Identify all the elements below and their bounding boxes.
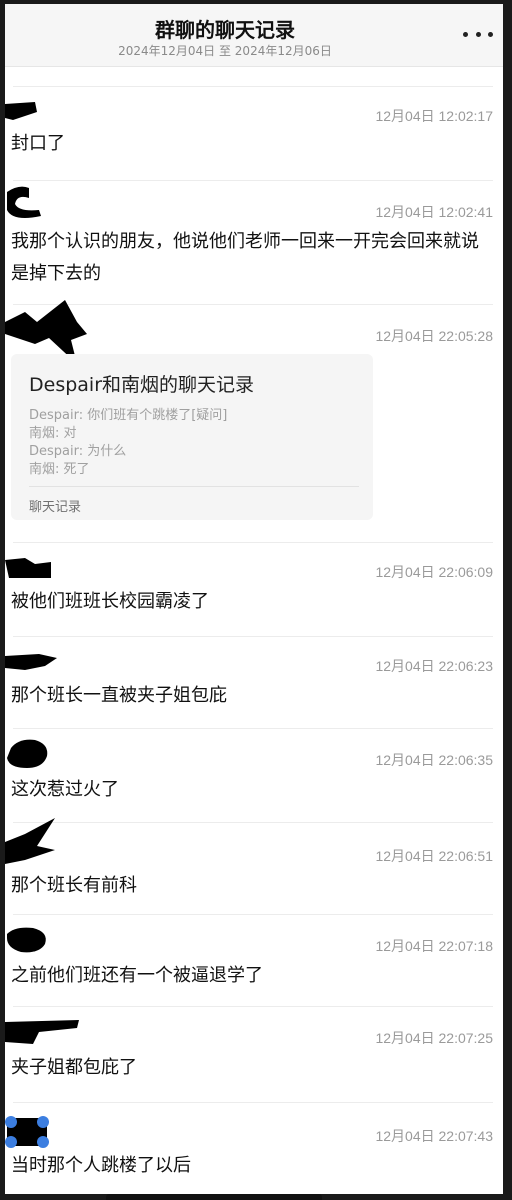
message-text: 我那个认识的朋友，他说他们老师一回来一开完会回来就说是掉下去的 <box>11 231 479 284</box>
redacted-avatar-icon <box>5 558 51 578</box>
message-time: 12月04日 12:02:41 <box>375 204 493 220</box>
redacted-avatar-icon <box>7 927 46 953</box>
message-time: 12月04日 22:06:23 <box>375 658 493 674</box>
separator <box>13 180 493 181</box>
separator <box>13 728 493 729</box>
redacted-avatar-icon <box>5 818 55 864</box>
separator <box>13 1102 493 1103</box>
separator <box>13 914 493 915</box>
message-text: 当时那个人跳楼了以后 <box>11 1155 191 1176</box>
separator <box>13 822 493 823</box>
card-title: Despair和南烟的聊天记录 <box>29 374 255 396</box>
message-time: 12月04日 22:06:51 <box>375 848 493 864</box>
separator <box>13 1006 493 1007</box>
card-line: 南烟: 对 <box>29 426 77 441</box>
message-text: 夹子姐都包庇了 <box>11 1057 137 1078</box>
home-indicator <box>106 1194 322 1200</box>
message-time: 12月04日 22:07:25 <box>375 1030 493 1046</box>
message-time: 12月04日 22:07:43 <box>375 1128 493 1144</box>
date-range: 2024年12月04日 至 2024年12月06日 <box>118 44 332 58</box>
page-title: 群聊的聊天记录 <box>155 18 295 42</box>
message-text: 那个班长有前科 <box>11 875 137 896</box>
message-text: 这次惹过火了 <box>11 779 119 800</box>
redacted-avatar-icon <box>5 654 57 670</box>
chat-history-window: 群聊的聊天记录 2024年12月04日 至 2024年12月06日 12月04日… <box>5 4 503 1194</box>
message-time: 12月04日 22:06:09 <box>375 564 493 580</box>
redacted-avatar-icon <box>7 739 48 768</box>
separator <box>13 86 493 87</box>
chat-record-card[interactable]: Despair和南烟的聊天记录 Despair: 你们班有个跳楼了[疑问] 南烟… <box>11 354 373 520</box>
message-text: 那个班长一直被夹子姐包庇 <box>11 685 227 706</box>
card-line: 南烟: 死了 <box>29 462 90 477</box>
card-label: 聊天记录 <box>29 500 82 515</box>
message-time: 12月04日 22:06:35 <box>375 752 493 768</box>
separator <box>13 542 493 543</box>
card-line: Despair: 你们班有个跳楼了[疑问] <box>29 408 228 423</box>
card-divider <box>29 486 359 487</box>
card-line: Despair: 为什么 <box>29 444 127 459</box>
message-time: 12月04日 12:02:17 <box>375 108 493 124</box>
more-dots-icon[interactable] <box>463 24 493 44</box>
message-text: 封口了 <box>11 133 65 154</box>
redacted-avatar-icon <box>5 1116 49 1148</box>
message-time: 12月04日 22:05:28 <box>375 328 493 344</box>
redacted-avatar-icon <box>5 1020 79 1044</box>
message-text: 被他们班班长校园霸凌了 <box>11 591 209 612</box>
message-time: 12月04日 22:07:18 <box>375 938 493 954</box>
separator <box>13 636 493 637</box>
redacted-avatar-icon <box>5 102 37 120</box>
message-text: 之前他们班还有一个被逼退学了 <box>11 965 263 986</box>
header-bar: 群聊的聊天记录 2024年12月04日 至 2024年12月06日 <box>5 4 503 67</box>
redacted-avatar-icon <box>7 186 41 218</box>
